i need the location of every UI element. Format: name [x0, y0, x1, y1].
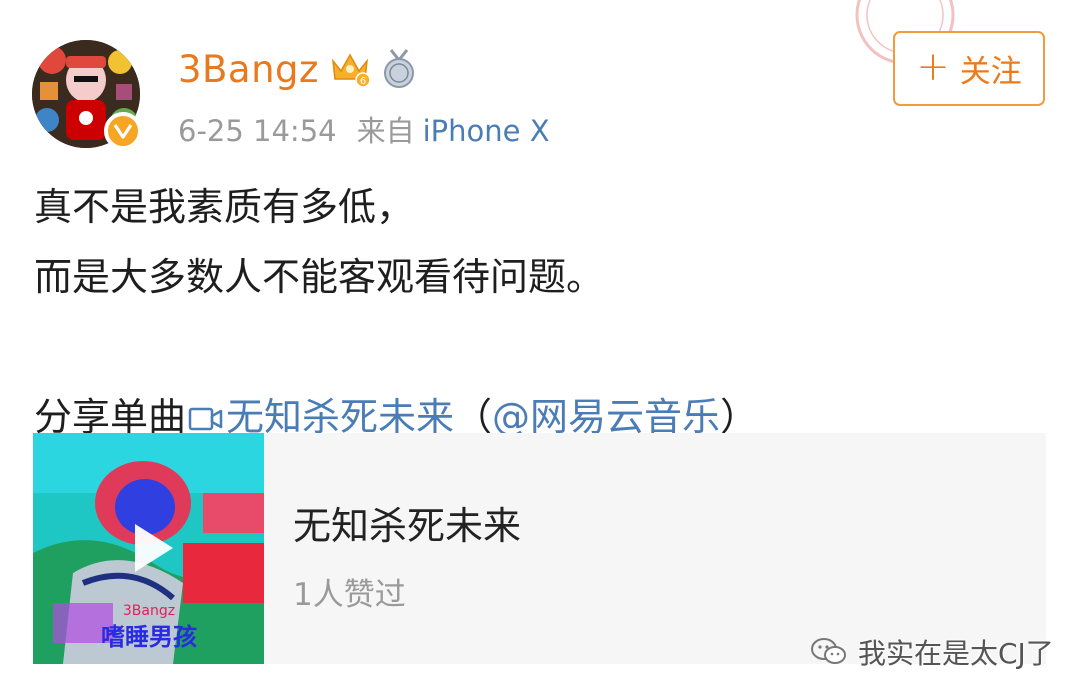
cover-artist-text: 3Bangz	[123, 603, 175, 619]
avatar[interactable]	[32, 40, 142, 150]
username[interactable]: 3Bangz	[178, 48, 319, 91]
wechat-icon	[811, 638, 846, 664]
source-label: 来自	[356, 114, 415, 148]
device-link[interactable]: iPhone X	[423, 114, 550, 148]
watermark: 我实在是太CJ了	[810, 632, 1054, 672]
plus-icon: +	[916, 43, 950, 90]
song-title[interactable]: 无知杀死未来	[293, 495, 521, 550]
post-blank-line	[34, 312, 1054, 382]
timestamp: 6-25 14:54	[178, 114, 337, 148]
post-content: 真不是我素质有多低， 而是大多数人不能客观看待问题。 分享单曲 无知杀死未来（@网…	[34, 172, 1054, 452]
post-meta: 6-25 14:54 来自 iPhone X	[178, 108, 550, 150]
watermark-text: 我实在是太CJ了	[858, 637, 1054, 670]
username-row: 3Bangz 6	[178, 44, 417, 94]
follow-label: 关注	[959, 54, 1022, 90]
crown-level-icon[interactable]: 6	[329, 49, 371, 89]
verified-badge-icon	[104, 112, 142, 150]
music-card[interactable]: 3Bangz 嗜睡男孩 无知杀死未来 1人赞过	[33, 433, 1046, 664]
post-line-2: 而是大多数人不能客观看待问题。	[34, 255, 605, 299]
music-link-icon	[188, 407, 223, 431]
likes-count: 1人赞过	[293, 577, 406, 613]
svg-text:6: 6	[360, 76, 366, 87]
cover-album-text: 嗜睡男孩	[101, 623, 197, 651]
play-icon[interactable]	[121, 518, 181, 578]
album-cover[interactable]: 3Bangz 嗜睡男孩	[33, 433, 264, 664]
medal-icon[interactable]	[381, 48, 417, 90]
follow-button[interactable]: + 关注	[893, 31, 1045, 106]
post-line-1: 真不是我素质有多低，	[34, 185, 415, 229]
